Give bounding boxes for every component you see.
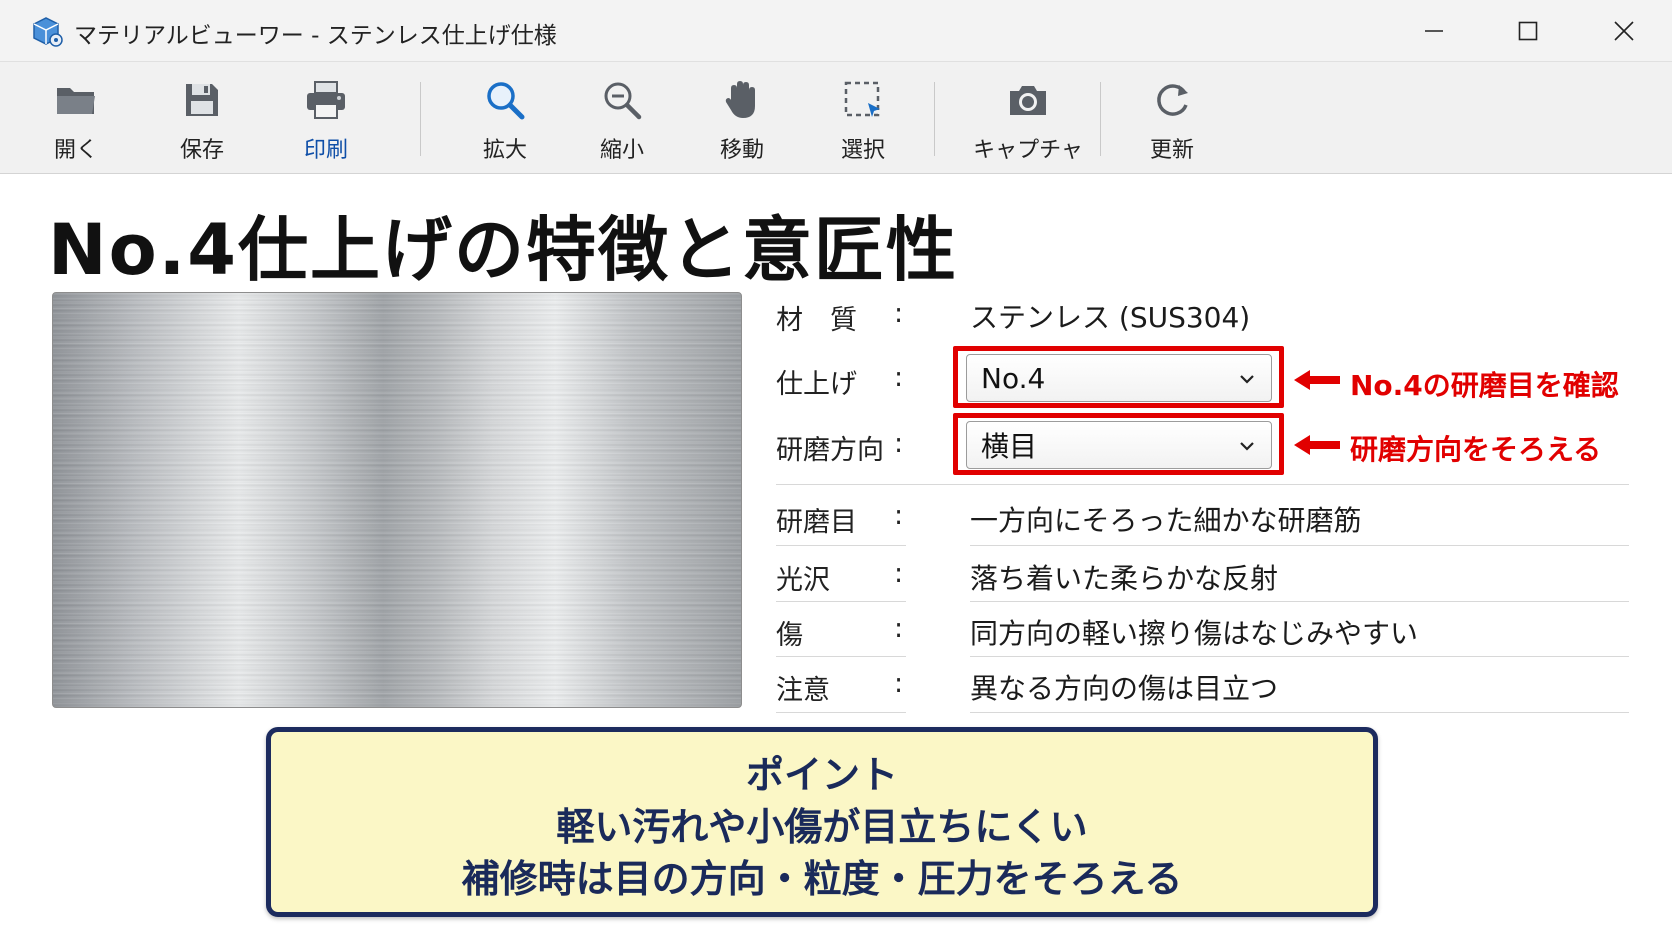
maximize-button[interactable] [1482, 0, 1574, 62]
zoom-out-icon [598, 76, 646, 124]
point-title: ポイント [745, 753, 898, 797]
zoom-out-label: 縮小 [599, 138, 644, 163]
row-divider [776, 656, 906, 657]
detail-value: 落ち着いた柔らかな反射 [970, 562, 1279, 595]
folder-icon [52, 76, 100, 124]
title-bar: マテリアルビューワー - ステンレス仕上げ仕様 [0, 0, 1672, 62]
refresh-button[interactable]: 更新 [1122, 76, 1222, 166]
direction-colon: : [894, 428, 904, 459]
maximize-icon [1518, 21, 1538, 41]
point-line-1: 軽い汚れや小傷が目立ちにくい [556, 805, 1088, 849]
zoom-in-button[interactable]: 拡大 [455, 76, 555, 166]
brushed-stainless-swatch [52, 292, 742, 708]
point-callout: ポイント 軽い汚れや小傷が目立ちにくい 補修時は目の方向・粒度・圧力をそろえる [266, 727, 1378, 917]
finish-select-value: No.4 [981, 361, 1046, 395]
chevron-down-icon [1240, 442, 1254, 451]
material-label: 材 質 [776, 305, 857, 336]
save-icon [178, 76, 226, 124]
row-divider [776, 712, 906, 713]
pan-button[interactable]: 移動 [692, 76, 792, 166]
select-label: 選択 [840, 138, 885, 163]
hand-icon [718, 76, 766, 124]
toolbar-separator [1100, 82, 1101, 156]
direction-select-value: 横目 [981, 430, 1038, 463]
detail-colon: : [894, 668, 904, 699]
page-heading: No.4仕上げの特徴と意匠性 [48, 209, 958, 291]
point-line-2: 補修時は目の方向・粒度・圧力をそろえる [461, 857, 1183, 901]
row-divider [970, 545, 1629, 546]
select-icon [839, 76, 887, 124]
capture-label: キャプチャ [973, 138, 1083, 163]
detail-colon: : [894, 558, 904, 589]
arrow-left-icon [1294, 435, 1340, 455]
direction-select[interactable]: 横目 [966, 421, 1272, 469]
printer-icon [302, 76, 350, 124]
row-divider [776, 484, 1629, 485]
minimize-icon [1425, 30, 1443, 32]
select-button[interactable]: 選択 [813, 76, 913, 166]
detail-colon: : [894, 613, 904, 644]
detail-value: 異なる方向の傷は目立つ [970, 672, 1279, 705]
minimize-button[interactable] [1388, 0, 1480, 62]
print-button[interactable]: 印刷 [276, 76, 376, 166]
row-divider [970, 656, 1629, 657]
row-divider [776, 545, 906, 546]
open-label: 開く [53, 138, 98, 163]
camera-icon [1004, 76, 1052, 124]
detail-label: 傷 [776, 620, 803, 651]
window-title: マテリアルビューワー - ステンレス仕上げ仕様 [74, 23, 557, 49]
detail-value: 一方向にそろった細かな研磨筋 [970, 504, 1362, 537]
material-value: ステンレス (SUS304) [970, 301, 1251, 334]
toolbar: 開く 保存 印刷 拡大 縮小 移動 選択 キャプチャ 更新 [0, 62, 1672, 174]
zoom-out-button[interactable]: 縮小 [572, 76, 672, 166]
detail-label: 光沢 [776, 565, 830, 596]
finish-colon: : [894, 362, 904, 393]
direction-label: 研磨方向 [776, 435, 884, 466]
refresh-label: 更新 [1149, 138, 1194, 163]
material-colon: : [894, 298, 904, 329]
toolbar-separator [934, 82, 935, 156]
zoom-in-label: 拡大 [482, 138, 527, 163]
row-divider [970, 712, 1629, 713]
detail-colon: : [894, 500, 904, 531]
detail-label: 研磨目 [776, 507, 857, 538]
close-button[interactable] [1578, 0, 1670, 62]
close-icon [1614, 21, 1634, 41]
capture-button[interactable]: キャプチャ [966, 76, 1090, 166]
arrow-left-icon [1294, 370, 1340, 390]
direction-note: 研磨方向をそろえる [1350, 433, 1602, 466]
open-button[interactable]: 開く [26, 76, 126, 166]
finish-label: 仕上げ [776, 369, 857, 400]
detail-value: 同方向の軽い擦り傷はなじみやすい [970, 617, 1419, 650]
detail-label: 注意 [776, 675, 830, 706]
finish-select[interactable]: No.4 [966, 354, 1272, 402]
zoom-in-icon [481, 76, 529, 124]
save-label: 保存 [179, 138, 224, 163]
cube-gear-icon [30, 14, 64, 48]
print-label: 印刷 [303, 138, 348, 163]
refresh-icon [1148, 76, 1196, 124]
finish-note: No.4の研磨目を確認 [1350, 369, 1619, 402]
pan-label: 移動 [719, 138, 764, 163]
row-divider [970, 601, 1629, 602]
toolbar-separator [420, 82, 421, 156]
save-button[interactable]: 保存 [152, 76, 252, 166]
row-divider [776, 601, 906, 602]
chevron-down-icon [1240, 375, 1254, 384]
